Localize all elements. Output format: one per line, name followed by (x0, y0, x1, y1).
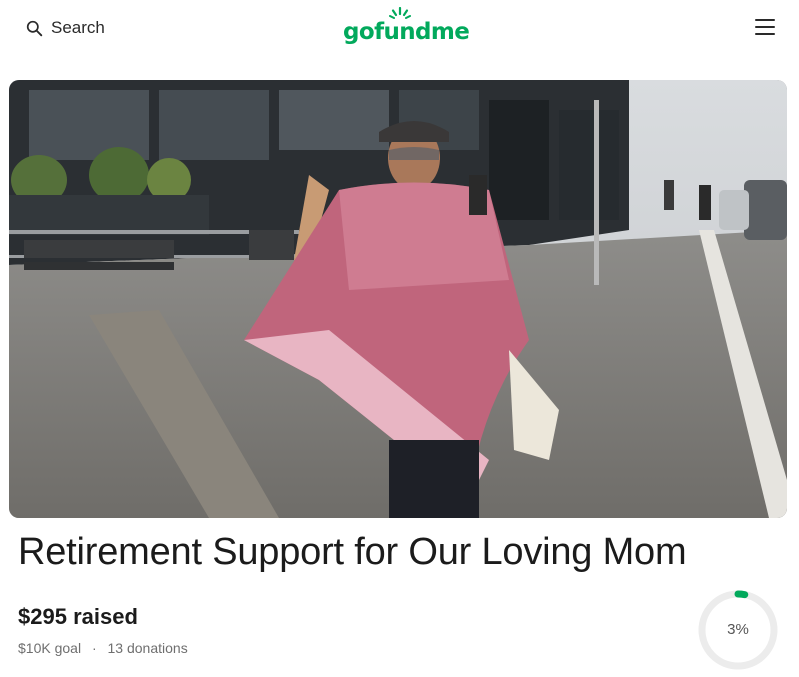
logo-wordmark: gofundme (343, 19, 470, 45)
raised-word: raised (73, 604, 138, 629)
gofundme-logo[interactable]: gofundme (343, 7, 470, 47)
raised-amount: $295 (18, 604, 67, 629)
search-icon (26, 20, 43, 36)
gofundme-sun-icon (389, 7, 411, 19)
campaign-hero-image (9, 80, 787, 518)
hero-photo-illustration (9, 80, 787, 518)
meta-separator: · (91, 640, 97, 656)
campaign-title: Retirement Support for Our Loving Mom (18, 531, 687, 573)
progress-percent-label: 3% (727, 621, 749, 638)
search-button[interactable]: Search (26, 15, 105, 41)
menu-button[interactable] (755, 18, 775, 35)
progress-ring: 3% (696, 588, 780, 672)
raised-summary: $295 raised (18, 604, 138, 630)
goal-amount: $10K goal (18, 640, 82, 656)
donation-count[interactable]: 13 donations (108, 640, 188, 656)
campaign-meta: $10K goal · 13 donations (18, 640, 188, 656)
search-label: Search (51, 18, 105, 37)
top-header: Search gofundme (0, 0, 799, 56)
